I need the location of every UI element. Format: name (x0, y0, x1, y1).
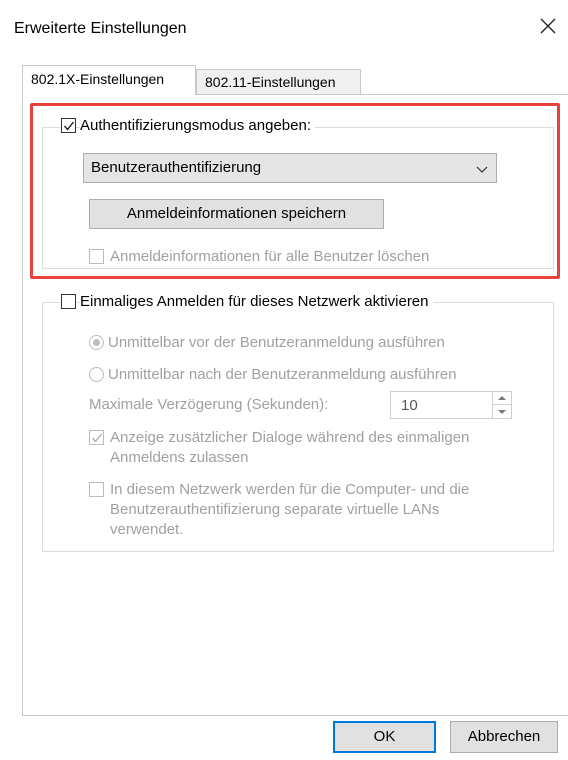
separate-vlans-checkbox[interactable] (89, 482, 104, 497)
additional-dialogs-line1: Anzeige zusätzlicher Dialoge während des… (110, 429, 470, 446)
additional-dialogs-checkbox[interactable] (89, 430, 104, 445)
dialog-title: Erweiterte Einstellungen (14, 20, 187, 37)
additional-dialogs-label: Anzeige zusätzlicher Dialoge während des… (110, 428, 530, 468)
separate-vlans-label: In diesem Netzwerk werden für die Comput… (110, 480, 530, 540)
max-delay-value: 10 (401, 397, 418, 414)
separate-vlans-line1: In diesem Netzwerk werden für die Comput… (110, 481, 470, 498)
radio-after-logon-label: Unmittelbar nach der Benutzeranmeldung a… (108, 366, 457, 383)
max-delay-spinner[interactable]: 10 (390, 391, 512, 419)
advanced-settings-dialog: Erweiterte Einstellungen 802.1X-Einstell… (0, 0, 568, 760)
close-icon[interactable] (536, 14, 560, 38)
spin-up-icon[interactable] (493, 392, 511, 405)
tab-8021x[interactable]: 802.1X-Einstellungen (22, 65, 196, 95)
radio-after-logon[interactable] (89, 367, 104, 382)
additional-dialogs-line2: Anmeldens zulassen (110, 449, 249, 466)
separate-vlans-line2: Benutzerauthentifizierung separate virtu… (110, 501, 440, 518)
radio-before-logon[interactable] (89, 335, 104, 350)
separate-vlans-line3: verwendet. (110, 521, 184, 538)
tab-80211[interactable]: 802.11-Einstellungen (196, 69, 361, 95)
max-delay-label: Maximale Verzögerung (Sekunden): (89, 396, 329, 413)
radio-before-logon-label: Unmittelbar vor der Benutzeranmeldung au… (108, 334, 445, 351)
cancel-button[interactable]: Abbrechen (450, 721, 558, 753)
sso-enable-label: Einmaliges Anmelden für dieses Netzwerk … (80, 293, 433, 310)
ok-button[interactable]: OK (333, 721, 436, 753)
spin-down-icon[interactable] (493, 405, 511, 418)
red-highlight-box (30, 103, 560, 279)
sso-enable-checkbox[interactable] (61, 294, 76, 309)
